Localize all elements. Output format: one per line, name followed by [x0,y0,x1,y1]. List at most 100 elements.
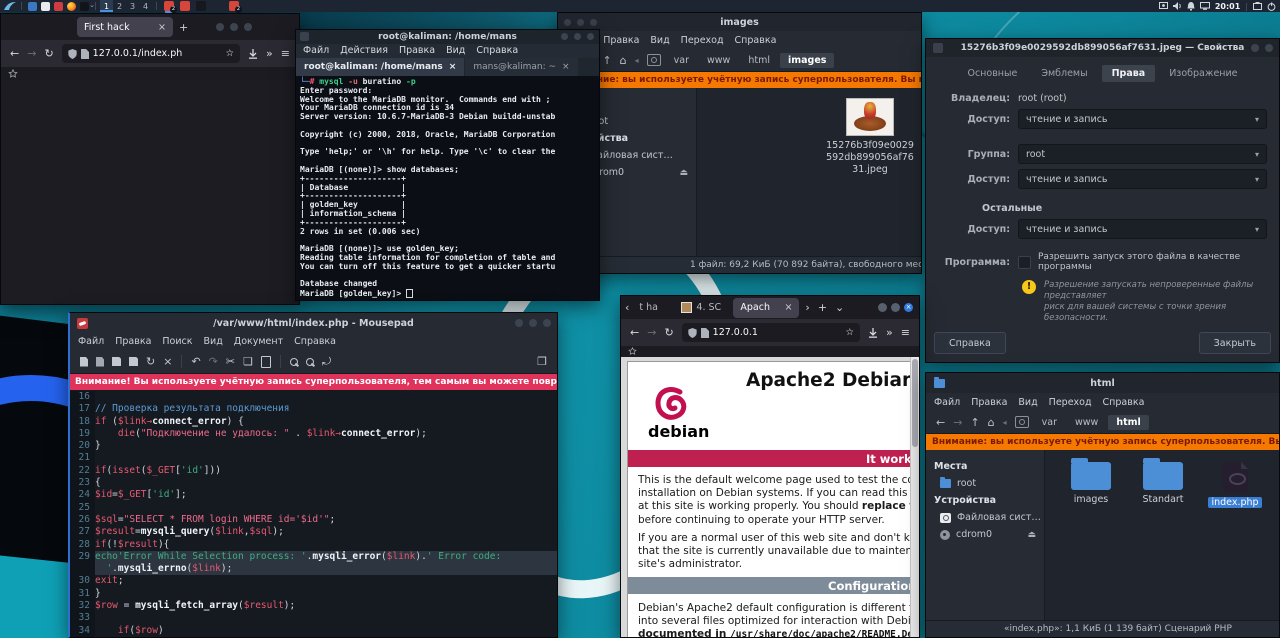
close-button[interactable] [564,19,571,26]
tab-first-hack[interactable]: First hack × [77,17,173,37]
redo-icon[interactable]: ↷ [209,355,218,368]
close-button[interactable] [587,33,594,40]
crumb-scroll-left-icon[interactable]: ◂ [635,56,639,65]
menu-item[interactable]: Правка [971,397,1007,408]
import-bookmarks-icon[interactable] [628,347,637,356]
menu-item[interactable]: Поиск [162,336,192,347]
breadcrumb-var[interactable]: var [666,53,697,68]
workspace-4[interactable]: 4 [139,0,152,12]
web-page[interactable]: Apache2 Debian Default Page debian It wo… [621,357,919,637]
bookmark-star-icon[interactable]: ☆ [846,327,855,338]
sidebar-item-Файловая сист…[interactable]: Файловая сист… [926,509,1044,526]
breadcrumb-images[interactable]: images [780,53,834,68]
url-text[interactable]: 127.0.0.1/index.ph [93,48,226,59]
home-button[interactable]: ⌂ [988,416,995,429]
url-bar[interactable]: 127.0.0.1/index.ph ☆ [62,44,240,63]
menu-item[interactable]: Справка [476,45,518,56]
home-button[interactable]: ⌂ [620,54,627,67]
find-replace-icon[interactable] [306,358,314,366]
workspace-1[interactable]: 1 [100,0,113,12]
close-button[interactable]: × [904,303,913,312]
scrollbar-thumb[interactable] [912,359,918,447]
window-group-mousepad[interactable] [180,1,190,11]
close-button[interactable] [543,319,551,327]
volume-icon[interactable] [1173,2,1182,10]
launcher-mousepad[interactable] [54,2,63,11]
file-item-Standart[interactable]: Standart [1127,462,1199,509]
clock[interactable]: 20:01 [1215,2,1240,11]
forward-button[interactable]: → [953,416,962,429]
scroll-tabs-right-icon[interactable]: › [805,301,809,314]
maximize-button[interactable] [590,19,597,26]
downloads-icon[interactable] [868,328,878,338]
reload-button[interactable]: ↻ [664,326,673,339]
menu-item[interactable]: Вид [446,45,465,56]
new-document-icon[interactable] [80,357,88,367]
eject-icon[interactable]: ⏏ [679,168,688,178]
crumb-scroll-left-icon[interactable]: ◂ [1003,418,1007,427]
find-icon[interactable] [290,358,298,366]
close-tab-icon[interactable]: × [158,22,166,33]
window-group-firefox[interactable]: 2 [164,1,174,11]
window-group-firefox-2[interactable]: 2 [229,1,239,11]
go-to-line-icon[interactable]: ⤾ [322,355,331,369]
minimize-button[interactable] [515,319,523,327]
menu-item[interactable]: Вид [1018,397,1037,408]
fullscreen-icon[interactable]: ❐ [537,355,547,368]
menu-item[interactable]: Правка [399,45,435,56]
menu-item[interactable]: Правка [603,35,639,46]
breadcrumb-var[interactable]: var [1034,415,1065,430]
sidebar-item-root[interactable]: root [926,475,1044,492]
url-bar[interactable]: 127.0.0.1 ☆ [682,323,860,342]
overflow-menu-icon[interactable]: » [886,326,893,339]
breadcrumb-html[interactable]: html [740,53,778,68]
menu-item[interactable]: Файл [934,397,960,408]
filesystem-crumb-icon[interactable] [647,54,661,66]
app-menu-icon[interactable]: ≡ [901,326,910,339]
file-item-15276b3f09e0029592db899056af7631.jpeg[interactable]: 15276b3f09e0029592db899056af7631.jpeg [815,98,921,176]
close-dialog-button[interactable]: Закрыть [1199,332,1271,354]
eject-icon[interactable]: ⏏ [1027,530,1036,540]
kali-logo-icon[interactable] [3,1,17,11]
save-icon[interactable] [112,357,121,366]
breadcrumb-www[interactable]: www [699,53,738,68]
minimize-button[interactable] [878,303,887,312]
cut-icon[interactable]: ✂ [226,355,235,368]
permission-dropdown[interactable]: root▾ [1018,144,1267,164]
menu-item[interactable]: Файл [78,336,104,347]
sidebar-item-cdrom0[interactable]: cdrom0⏏ [926,526,1044,543]
dialog-tab-Основные[interactable]: Основные [957,65,1027,82]
menu-item[interactable]: Справка [735,35,777,46]
dialog-tab-Эмблемы[interactable]: Эмблемы [1031,65,1097,82]
power-icon[interactable] [1267,2,1276,11]
notifications-bell-icon[interactable] [1187,2,1195,11]
back-button[interactable]: ← [936,416,945,429]
permission-dropdown[interactable]: чтение и запись▾ [1018,219,1267,239]
paste-icon[interactable] [261,356,271,368]
up-button[interactable]: ↑ [970,416,979,429]
file-view[interactable]: 15276b3f09e0029592db899056af7631.jpeg [697,88,921,256]
title-bar[interactable]: html [926,373,1279,393]
minimize-button[interactable] [577,19,584,26]
close-button[interactable] [1265,44,1273,52]
filesystem-crumb-icon[interactable] [1015,416,1029,428]
title-bar[interactable]: images [558,13,921,31]
close-file-icon[interactable]: × [163,355,172,368]
chevron-down-icon[interactable]: ⌄ [89,1,95,9]
launcher-terminal[interactable]: ⌄ [80,2,89,11]
open-file-icon[interactable] [96,357,104,367]
permission-dropdown[interactable]: чтение и запись▾ [1018,169,1267,189]
display-icon[interactable] [1200,2,1210,10]
revert-icon[interactable]: ↻ [146,355,155,368]
terminal-tab[interactable]: mans@kaliman: ~× [465,58,577,76]
file-item-images[interactable]: images [1055,462,1127,509]
dialog-tab-Изображение[interactable]: Изображение [1159,65,1247,82]
menu-item[interactable]: Справка [1103,397,1145,408]
widget-icon[interactable] [1253,2,1262,10]
allow-execute-checkbox[interactable] [1018,256,1031,269]
help-button[interactable]: Справка [934,332,1006,354]
maximize-button[interactable] [529,319,537,327]
dialog-tab-Права[interactable]: Права [1102,65,1156,82]
close-tab-icon[interactable]: × [784,302,792,313]
permission-dropdown[interactable]: чтение и запись▾ [1018,109,1267,129]
